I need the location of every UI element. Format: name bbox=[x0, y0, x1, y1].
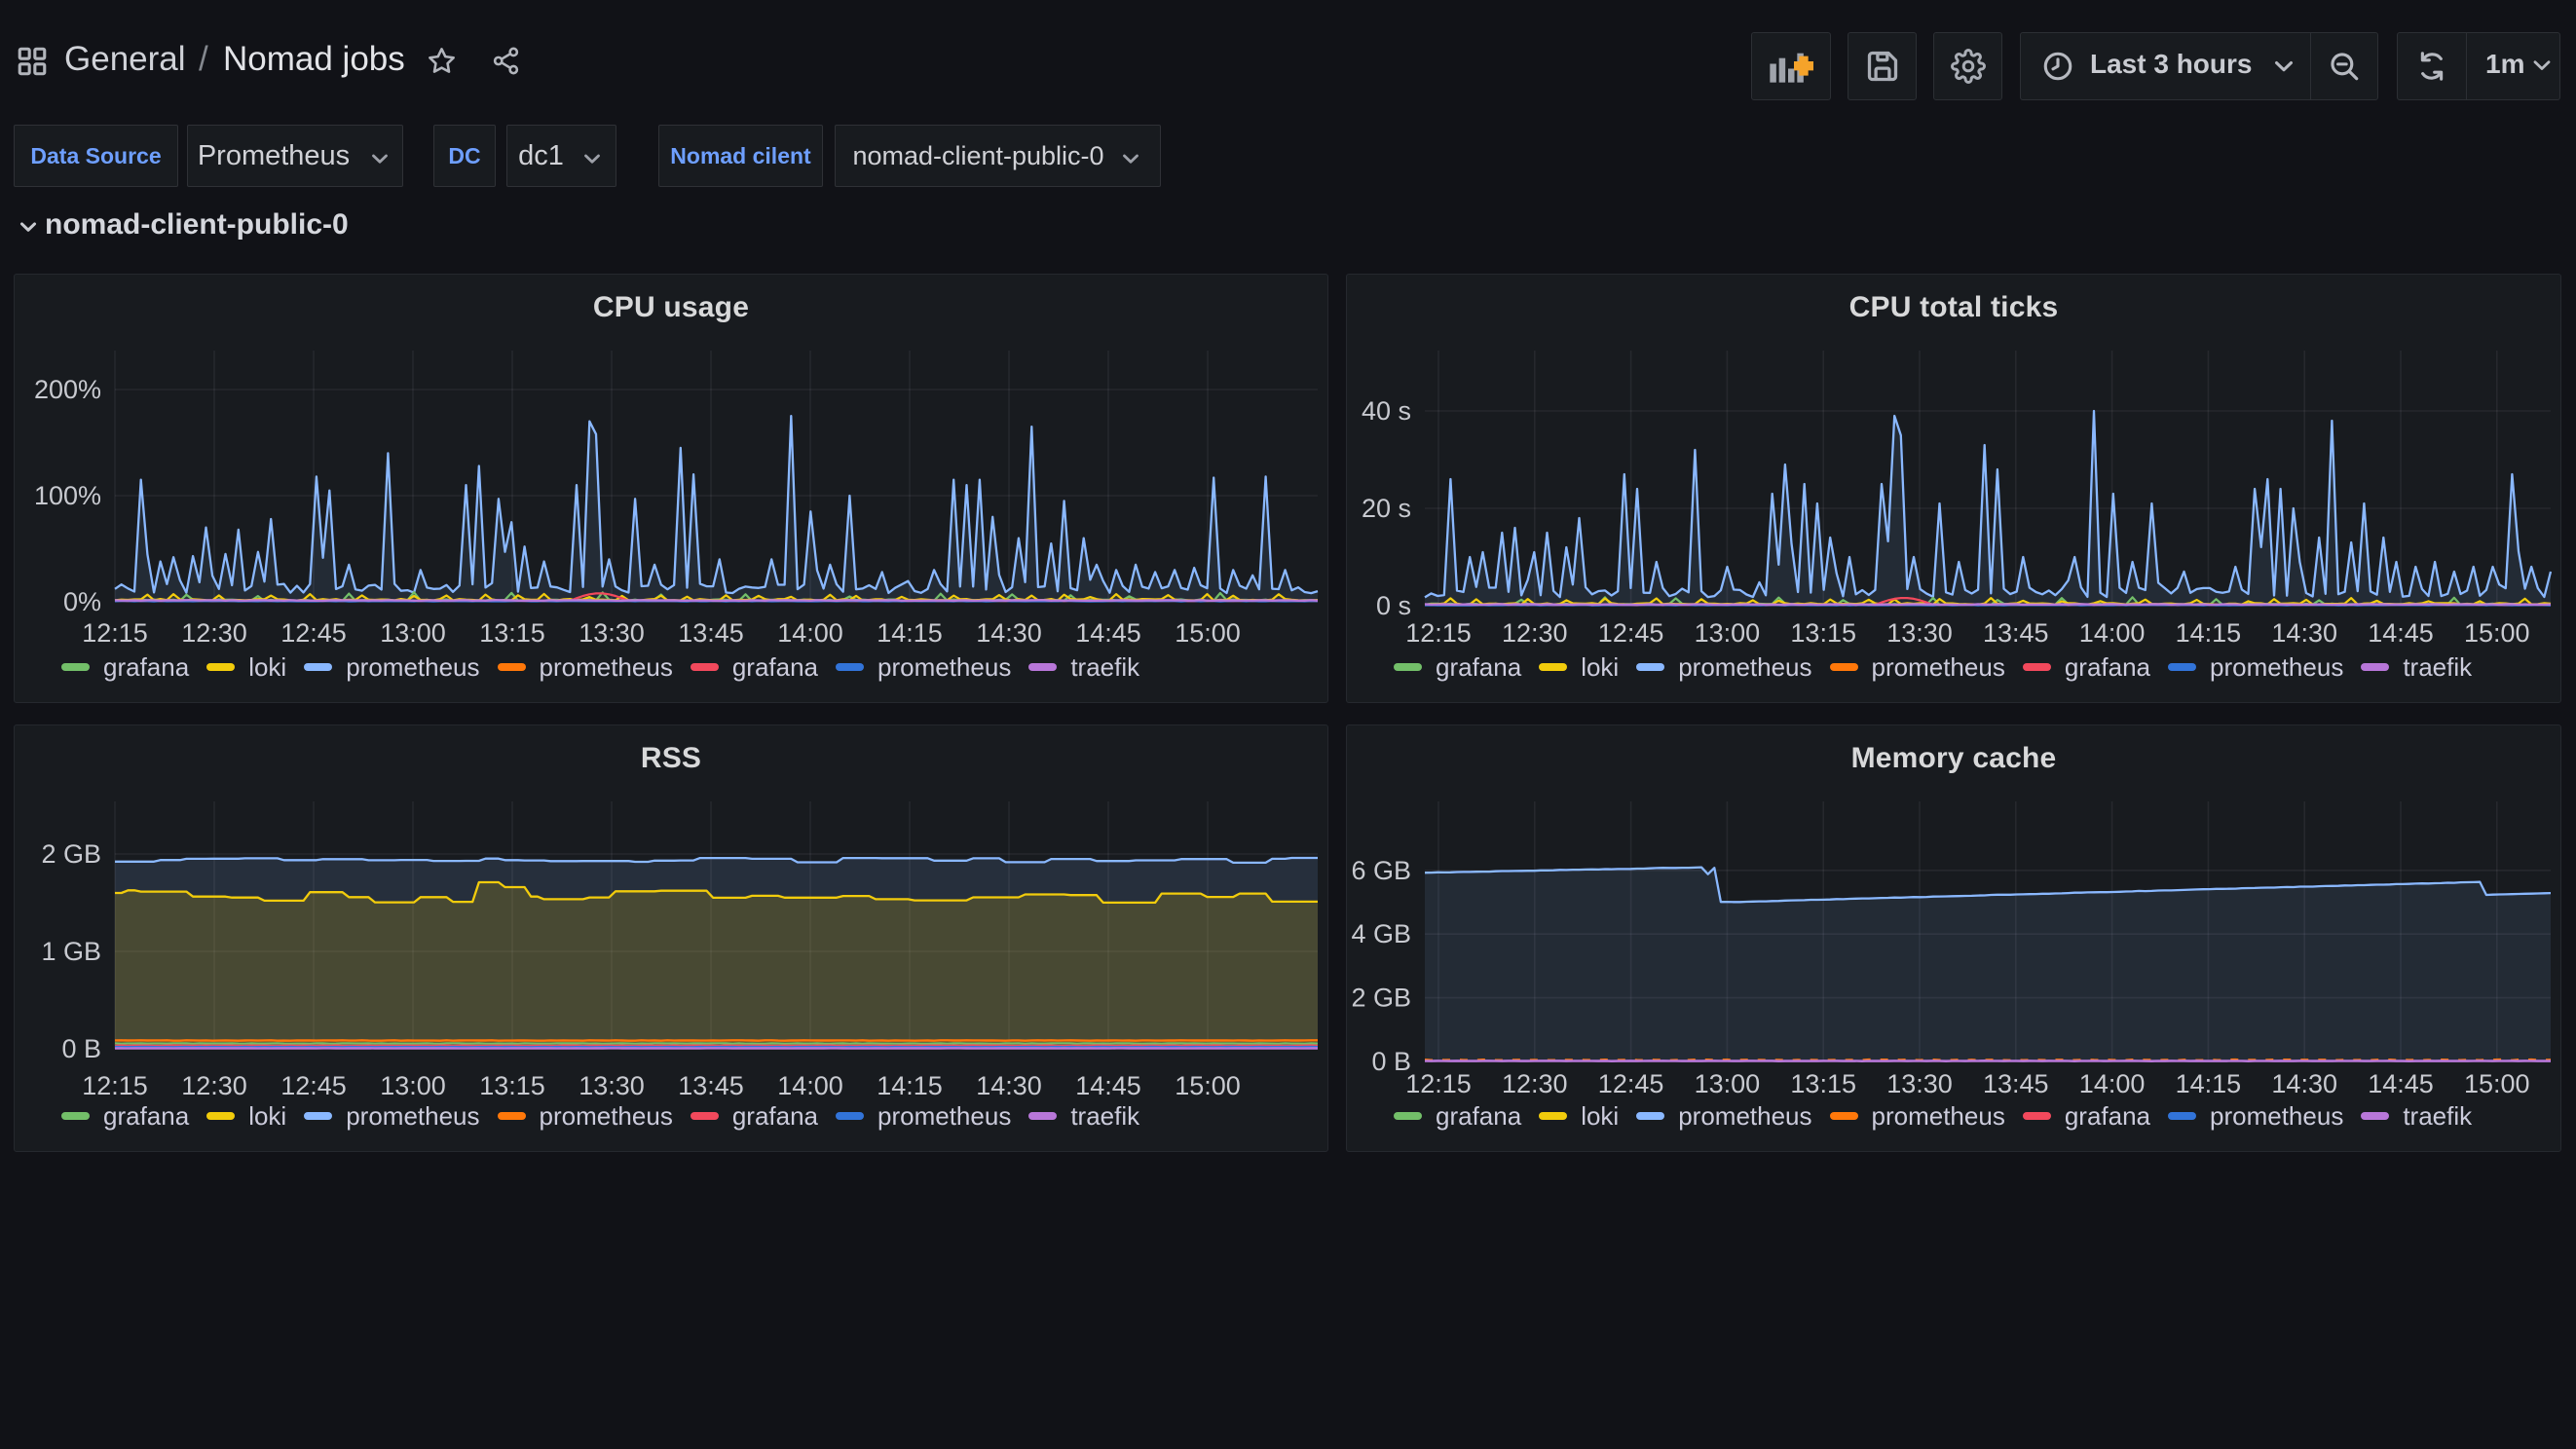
svg-text:13:00: 13:00 bbox=[380, 618, 446, 648]
svg-text:14:30: 14:30 bbox=[2271, 618, 2337, 648]
svg-text:14:45: 14:45 bbox=[1075, 1071, 1141, 1100]
svg-text:15:00: 15:00 bbox=[1175, 1071, 1241, 1100]
svg-text:14:45: 14:45 bbox=[2368, 618, 2434, 648]
svg-text:12:30: 12:30 bbox=[1502, 1069, 1568, 1098]
svg-text:12:15: 12:15 bbox=[82, 1071, 148, 1100]
svg-text:15:00: 15:00 bbox=[2464, 1069, 2530, 1098]
svg-text:0 B: 0 B bbox=[61, 1034, 101, 1063]
svg-text:13:30: 13:30 bbox=[1886, 1069, 1953, 1098]
svg-text:12:45: 12:45 bbox=[280, 1071, 347, 1100]
svg-text:14:45: 14:45 bbox=[1075, 618, 1141, 648]
svg-text:13:45: 13:45 bbox=[678, 1071, 744, 1100]
svg-text:6 GB: 6 GB bbox=[1351, 856, 1411, 885]
svg-text:12:30: 12:30 bbox=[181, 1071, 247, 1100]
svg-text:14:15: 14:15 bbox=[877, 618, 943, 648]
svg-text:2 GB: 2 GB bbox=[1351, 984, 1411, 1013]
svg-text:14:00: 14:00 bbox=[777, 618, 843, 648]
svg-text:13:15: 13:15 bbox=[479, 1071, 545, 1100]
svg-text:12:30: 12:30 bbox=[1502, 618, 1568, 648]
svg-text:12:30: 12:30 bbox=[181, 618, 247, 648]
svg-text:15:00: 15:00 bbox=[1175, 618, 1241, 648]
svg-text:13:15: 13:15 bbox=[1790, 1069, 1856, 1098]
svg-text:13:00: 13:00 bbox=[380, 1071, 446, 1100]
svg-text:12:15: 12:15 bbox=[1405, 618, 1472, 648]
svg-text:13:45: 13:45 bbox=[1983, 618, 2049, 648]
svg-text:13:00: 13:00 bbox=[1695, 618, 1761, 648]
svg-text:14:15: 14:15 bbox=[2176, 618, 2242, 648]
svg-text:12:45: 12:45 bbox=[1598, 1069, 1664, 1098]
svg-text:20 s: 20 s bbox=[1362, 494, 1411, 523]
svg-text:14:00: 14:00 bbox=[2079, 618, 2146, 648]
svg-text:0 s: 0 s bbox=[1376, 591, 1411, 620]
svg-text:12:15: 12:15 bbox=[82, 618, 148, 648]
svg-text:13:15: 13:15 bbox=[1790, 618, 1856, 648]
svg-text:100%: 100% bbox=[34, 481, 101, 510]
svg-text:14:45: 14:45 bbox=[2368, 1069, 2434, 1098]
svg-text:40 s: 40 s bbox=[1362, 396, 1411, 426]
svg-text:13:30: 13:30 bbox=[579, 618, 645, 648]
svg-text:12:15: 12:15 bbox=[1405, 1069, 1472, 1098]
svg-text:15:00: 15:00 bbox=[2464, 618, 2530, 648]
svg-text:13:00: 13:00 bbox=[1695, 1069, 1761, 1098]
svg-text:1 GB: 1 GB bbox=[41, 937, 101, 966]
svg-text:13:45: 13:45 bbox=[678, 618, 744, 648]
svg-text:14:15: 14:15 bbox=[877, 1071, 943, 1100]
svg-text:14:30: 14:30 bbox=[2271, 1069, 2337, 1098]
svg-text:14:15: 14:15 bbox=[2176, 1069, 2242, 1098]
svg-text:13:30: 13:30 bbox=[579, 1071, 645, 1100]
svg-text:14:00: 14:00 bbox=[777, 1071, 843, 1100]
svg-text:13:15: 13:15 bbox=[479, 618, 545, 648]
svg-text:14:30: 14:30 bbox=[976, 618, 1042, 648]
svg-text:14:00: 14:00 bbox=[2079, 1069, 2146, 1098]
svg-text:4 GB: 4 GB bbox=[1351, 919, 1411, 948]
svg-text:14:30: 14:30 bbox=[976, 1071, 1042, 1100]
svg-text:200%: 200% bbox=[34, 375, 101, 404]
svg-text:12:45: 12:45 bbox=[1598, 618, 1664, 648]
svg-text:2 GB: 2 GB bbox=[41, 839, 101, 869]
svg-text:13:45: 13:45 bbox=[1983, 1069, 2049, 1098]
svg-text:13:30: 13:30 bbox=[1886, 618, 1953, 648]
svg-text:12:45: 12:45 bbox=[280, 618, 347, 648]
svg-text:0%: 0% bbox=[63, 587, 101, 616]
